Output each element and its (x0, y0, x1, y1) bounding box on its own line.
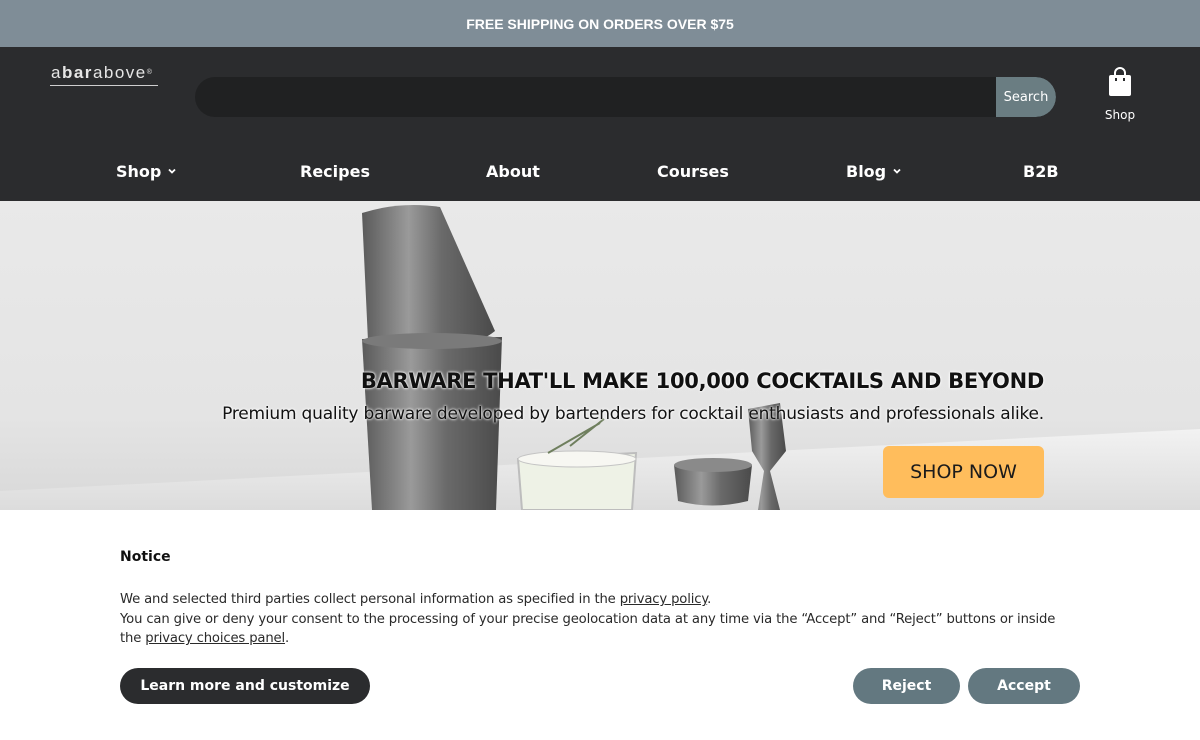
chevron-down-icon (168, 168, 176, 174)
cookie-consent-notice: Notice We and selected third parties col… (0, 510, 1200, 740)
promo-banner: FREE SHIPPING ON ORDERS OVER $75 (0, 0, 1200, 47)
notice-text: . (285, 631, 290, 646)
hero-title: BARWARE THAT'LL MAKE 100,000 COCKTAILS A… (360, 369, 1044, 393)
nav-item-shop[interactable]: Shop (116, 157, 177, 185)
notice-title: Notice (120, 549, 171, 565)
nav-item-label: Recipes (300, 161, 370, 181)
logo-text-above: above (92, 63, 147, 82)
nav-item-b2b[interactable]: B2B (1023, 157, 1059, 185)
nav-item-label: B2B (1023, 161, 1059, 181)
nav-item-about[interactable]: About (486, 157, 540, 185)
site-logo[interactable]: abarabove® (50, 64, 158, 86)
notice-body: We and selected third parties collect pe… (120, 590, 1080, 649)
search-bar: Search (195, 77, 1056, 117)
learn-more-button[interactable]: Learn more and customize (120, 668, 370, 704)
main-nav: Shop Recipes About Courses Blog B2B (0, 157, 1200, 185)
nav-item-label: Blog (846, 161, 887, 181)
shopping-bag-icon (1109, 67, 1131, 96)
privacy-choices-link[interactable]: privacy choices panel (145, 631, 285, 646)
privacy-policy-link[interactable]: privacy policy (620, 592, 708, 607)
cart-label: Shop (1104, 108, 1136, 122)
promo-text: FREE SHIPPING ON ORDERS OVER $75 (466, 15, 734, 32)
shop-now-button[interactable]: SHOP NOW (883, 446, 1044, 498)
logo-text-a: a (51, 63, 62, 82)
cart-link[interactable]: Shop (1100, 67, 1140, 127)
nav-item-label: About (486, 161, 540, 181)
logo-text-bar: bar (61, 63, 93, 82)
site-header: abarabove® Search Shop Shop Recipes Abou… (0, 47, 1200, 201)
search-input[interactable] (195, 77, 996, 117)
accept-button[interactable]: Accept (968, 668, 1080, 704)
reject-button[interactable]: Reject (853, 668, 960, 704)
notice-text: We and selected third parties collect pe… (120, 592, 620, 607)
search-button[interactable]: Search (996, 77, 1056, 117)
nav-item-recipes[interactable]: Recipes (300, 157, 370, 185)
nav-item-blog[interactable]: Blog (846, 157, 902, 185)
chevron-down-icon (893, 168, 901, 174)
nav-item-label: Shop (116, 161, 162, 181)
hero-banner: BARWARE THAT'LL MAKE 100,000 COCKTAILS A… (0, 201, 1200, 510)
nav-item-courses[interactable]: Courses (657, 157, 729, 185)
logo-trademark: ® (146, 69, 154, 76)
nav-item-label: Courses (657, 161, 729, 181)
hero-subtitle: Premium quality barware developed by bar… (222, 404, 1044, 424)
notice-text: . (707, 592, 712, 607)
